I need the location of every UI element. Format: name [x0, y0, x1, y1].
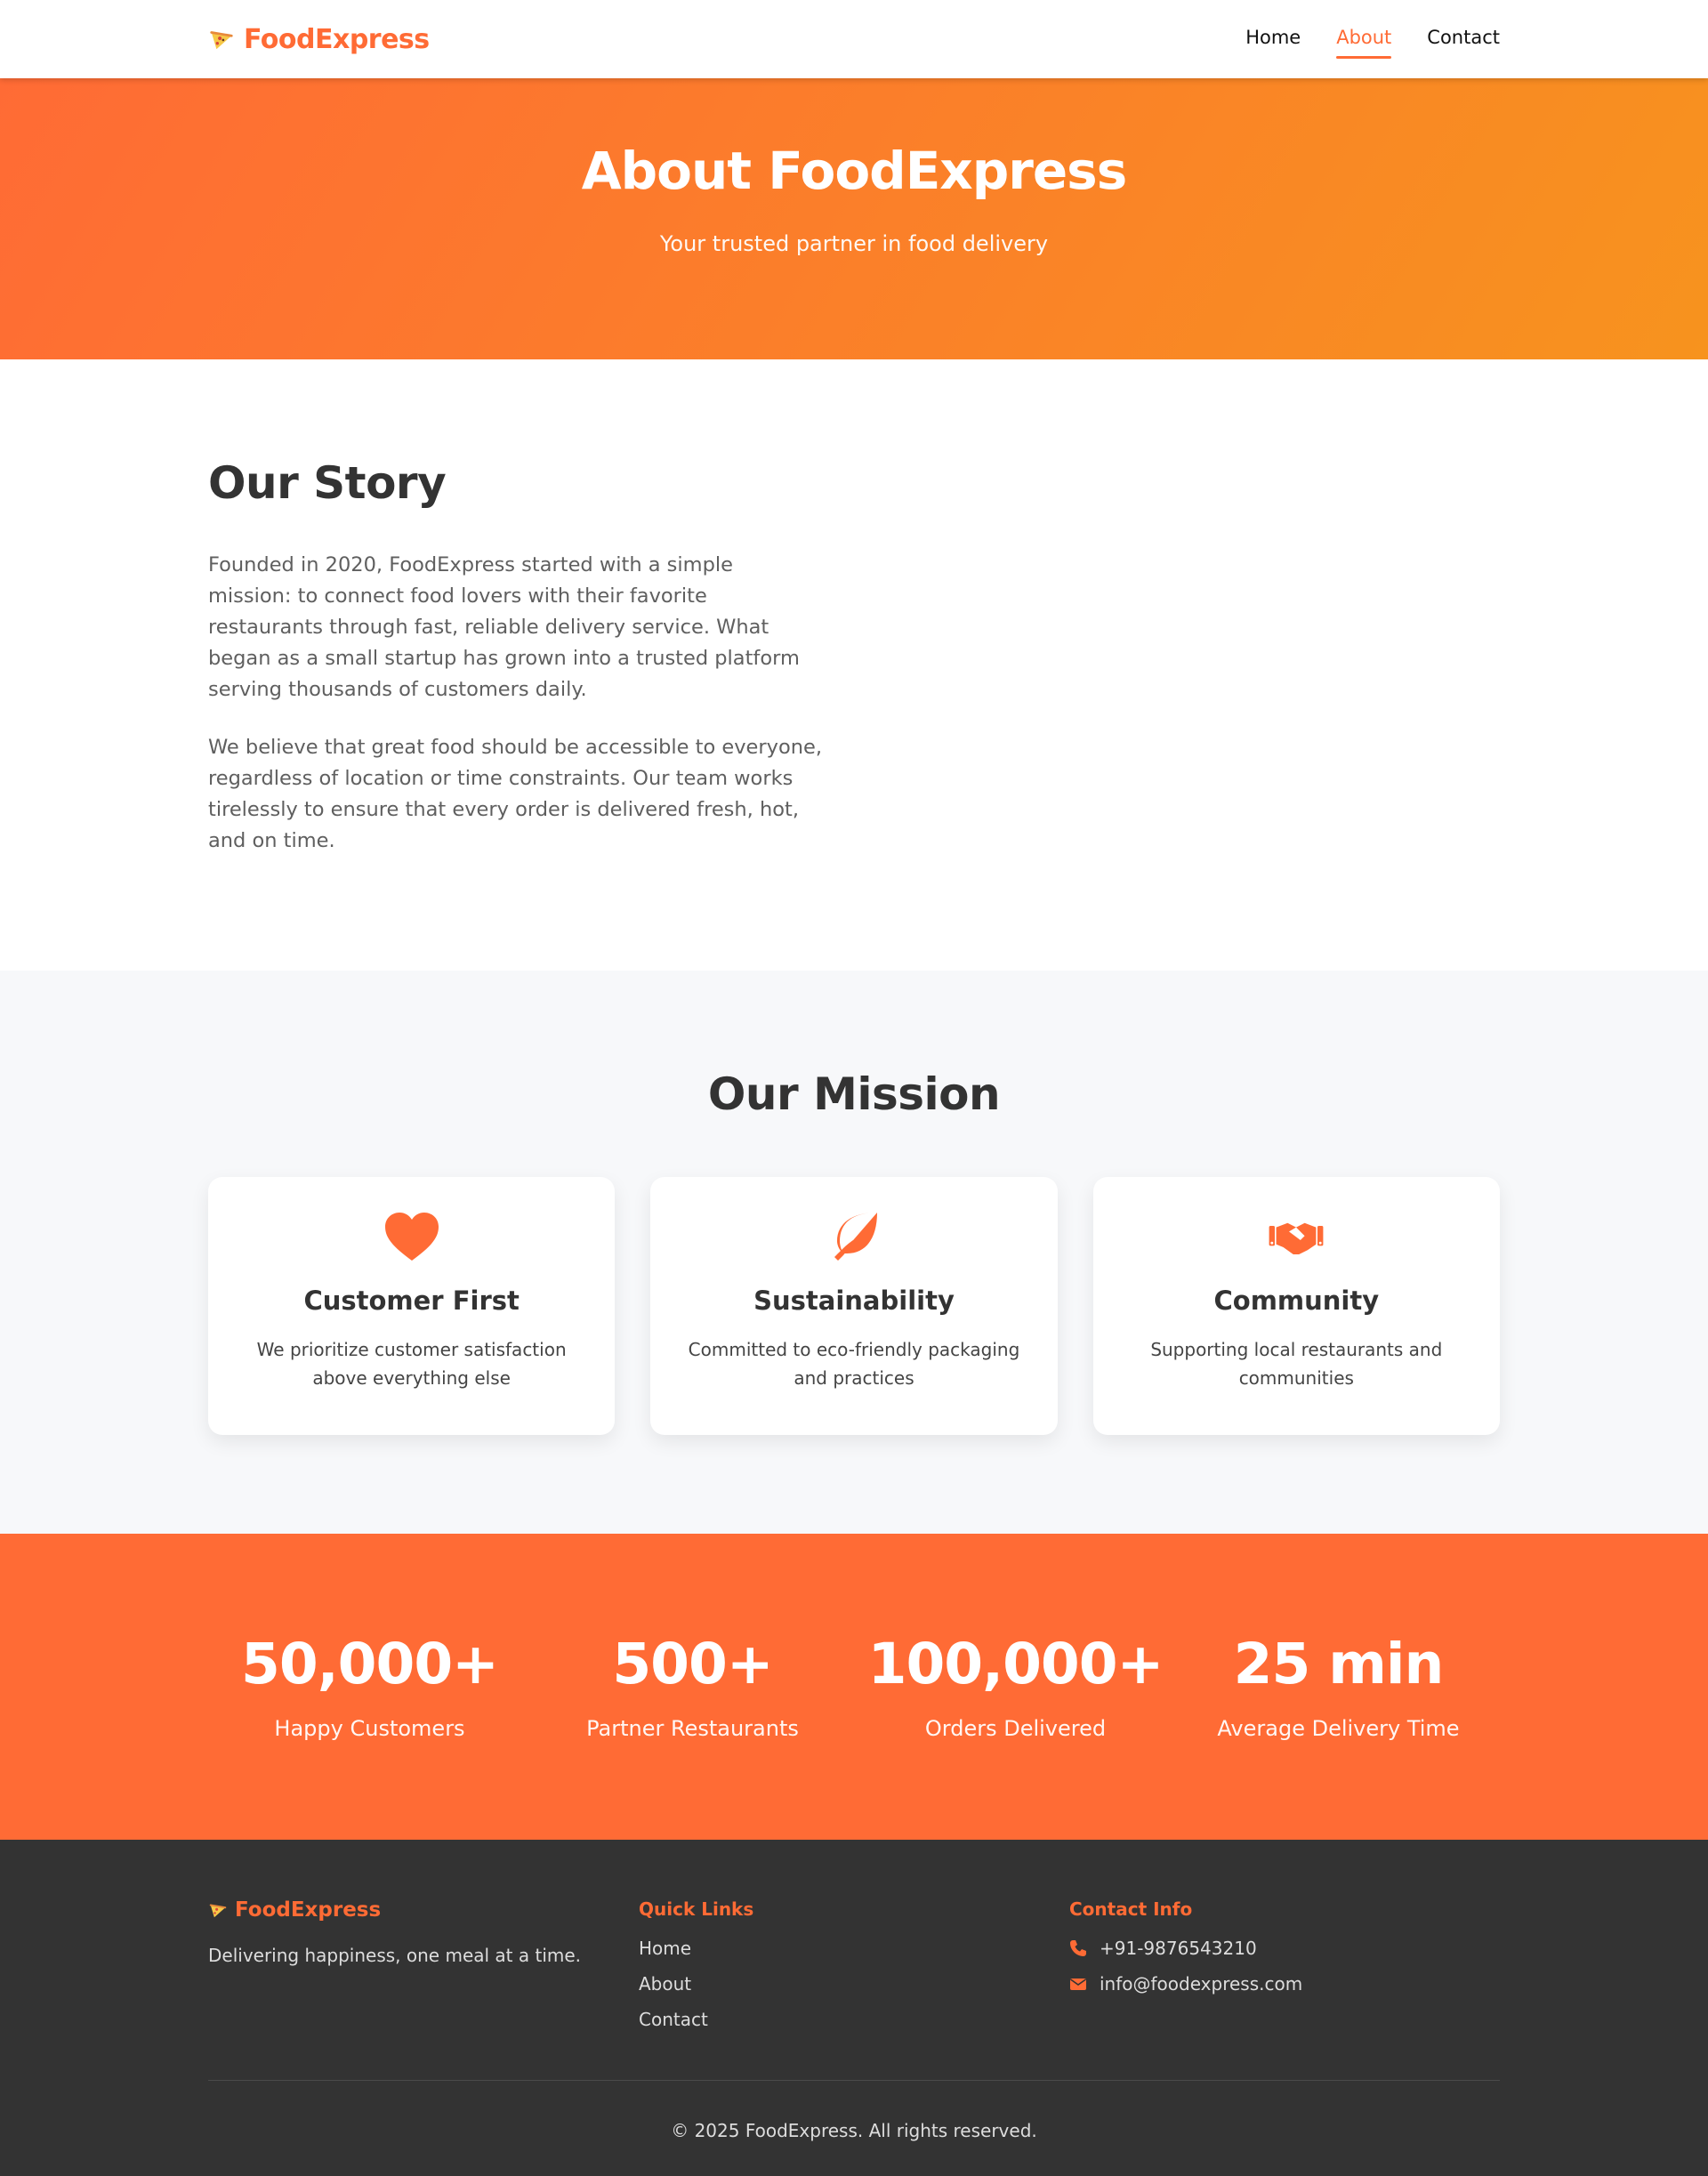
contact-info-title: Contact Info [1069, 1898, 1193, 1920]
story-copy: Founded in 2020, FoodExpress started wit… [208, 550, 822, 857]
card-title: Customer First [303, 1285, 520, 1316]
email-address[interactable]: info@foodexpress.com [1100, 1973, 1302, 1995]
nav-home[interactable]: Home [1245, 27, 1301, 52]
story-title: Our Story [208, 457, 447, 509]
quick-links-title: Quick Links [639, 1898, 754, 1920]
phone-icon [1070, 1940, 1086, 1956]
site-header: FoodExpress Home About Contact [0, 0, 1708, 78]
copyright: © 2025 FoodExpress. All rights reserved. [671, 2120, 1037, 2141]
handshake-icon [1269, 1222, 1324, 1254]
mission-card-sustainability: Sustainability Committed to eco-friendly… [650, 1177, 1058, 1435]
hero-subtitle: Your trusted partner in food delivery [659, 231, 1049, 256]
footer-link-contact[interactable]: Contact [639, 2009, 1069, 2030]
footer-brand-name: FoodExpress [235, 1898, 382, 1922]
contact-phone: +91-9876543210 [1069, 1938, 1500, 1959]
stat-label: Orders Delivered [924, 1716, 1107, 1741]
contact-email: info@foodexpress.com [1069, 1973, 1500, 1995]
stat-partner-restaurants: 500+ Partner Restaurants [531, 1632, 854, 1741]
footer-link-home[interactable]: Home [639, 1938, 1069, 1959]
footer-quick-links: Quick Links Home About Contact [639, 1898, 1069, 2044]
stat-label: Partner Restaurants [586, 1716, 799, 1741]
card-title: Community [1213, 1285, 1380, 1316]
mission-card-customer-first: Customer First We prioritize customer sa… [208, 1177, 616, 1435]
footer-link-about[interactable]: About [639, 1973, 1069, 1995]
main-nav: Home About Contact [1245, 27, 1500, 59]
mission-title: Our Mission [707, 1068, 1001, 1120]
pizza-icon [209, 1904, 227, 1918]
stat-label: Average Delivery Time [1217, 1716, 1460, 1741]
brand-name: FoodExpress [244, 23, 430, 55]
stat-value: 25 min [1233, 1632, 1445, 1696]
card-title: Sustainability [753, 1285, 955, 1316]
nav-about[interactable]: About [1336, 27, 1392, 59]
story-paragraph: We believe that great food should be acc… [208, 736, 822, 852]
mission-section: Our Mission Customer First We prioritize… [0, 971, 1708, 1534]
leaf-icon [834, 1213, 877, 1261]
pizza-icon [210, 31, 233, 50]
card-text: Supporting local restaurants and communi… [1150, 1339, 1443, 1389]
footer-brand[interactable]: FoodExpress [208, 1898, 639, 1922]
stat-delivery-time: 25 min Average Delivery Time [1177, 1632, 1500, 1741]
mission-cards: Customer First We prioritize customer sa… [208, 1177, 1500, 1435]
footer-brand-column: FoodExpress Delivering happiness, one me… [208, 1898, 639, 2044]
footer-divider [208, 2080, 1500, 2081]
footer-contact: Contact Info +91-9876543210 info@foodexp… [1069, 1898, 1500, 2044]
nav-contact[interactable]: Contact [1427, 27, 1500, 52]
story-section: Our Story Founded in 2020, FoodExpress s… [0, 359, 1708, 971]
stat-orders-delivered: 100,000+ Orders Delivered [854, 1632, 1177, 1741]
hero-title: About FoodExpress [581, 141, 1127, 201]
hero-banner: About FoodExpress Your trusted partner i… [0, 78, 1708, 359]
mission-card-community: Community Supporting local restaurants a… [1092, 1177, 1500, 1435]
story-paragraph: Founded in 2020, FoodExpress started wit… [208, 553, 800, 701]
footer-tagline: Delivering happiness, one meal at a time… [208, 1945, 582, 1966]
stat-value: 100,000+ [867, 1632, 1164, 1696]
heart-icon [384, 1213, 439, 1261]
card-text: Committed to eco-friendly packaging and … [688, 1339, 1020, 1389]
stat-label: Happy Customers [274, 1716, 465, 1741]
card-text: We prioritize customer satisfaction abov… [256, 1339, 567, 1389]
stat-value: 500+ [612, 1632, 773, 1696]
stat-happy-customers: 50,000+ Happy Customers [208, 1632, 531, 1741]
envelope-icon [1070, 1979, 1086, 1990]
stats-section: 50,000+ Happy Customers 500+ Partner Res… [0, 1534, 1708, 1840]
phone-number[interactable]: +91-9876543210 [1100, 1938, 1257, 1959]
brand-logo[interactable]: FoodExpress [208, 24, 430, 55]
stat-value: 50,000+ [241, 1632, 499, 1696]
site-footer: FoodExpress Delivering happiness, one me… [0, 1840, 1708, 2176]
